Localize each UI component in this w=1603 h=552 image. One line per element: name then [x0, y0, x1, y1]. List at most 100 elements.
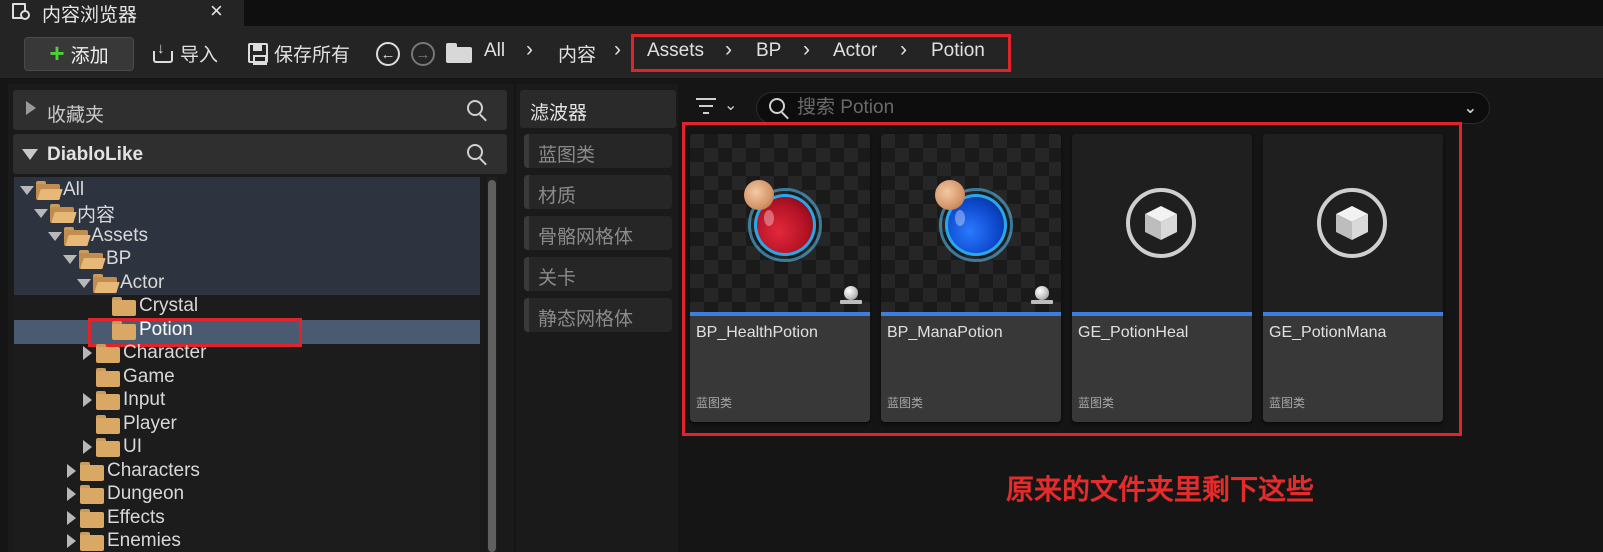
tree-item-assets[interactable]: Assets	[48, 225, 148, 247]
expand-arrow-icon[interactable]	[80, 436, 94, 458]
tree-scrollbar[interactable]	[487, 177, 497, 552]
toolbar: + 添加 ↓ 导入 保存所有 ← → All › 内容 › Assets › B…	[0, 26, 1603, 78]
folder-icon	[96, 367, 120, 387]
filter-skeletal-mesh[interactable]: 骨骼网格体	[524, 216, 672, 250]
filter-material[interactable]: 材质	[524, 175, 672, 209]
expand-arrow-icon[interactable]	[80, 342, 94, 364]
project-label: DiabloLike	[47, 144, 144, 165]
tree-item-label: UI	[123, 436, 142, 457]
tab-title: 内容浏览器	[42, 4, 138, 26]
tree-item-label: BP	[106, 248, 132, 269]
breadcrumb-separator[interactable]: ›	[526, 38, 533, 62]
tree-item-content[interactable]: 内容	[34, 202, 116, 226]
folder-icon[interactable]	[446, 43, 472, 63]
tree-item-crystal[interactable]: Crystal	[112, 295, 198, 317]
expand-arrow-icon[interactable]	[63, 248, 77, 270]
filter-panel-title: 滤波器	[520, 90, 676, 128]
tree-item-label: Dungeon	[107, 483, 185, 504]
breadcrumb-highlight-box	[631, 34, 1011, 72]
back-arrow-icon[interactable]: ←	[376, 42, 400, 66]
tree-item-label: Actor	[120, 272, 165, 293]
tree-item-label: Characters	[107, 460, 200, 481]
tree-item-label: 内容	[77, 204, 116, 226]
expand-arrow-icon[interactable]	[20, 179, 34, 201]
favorites-label: 收藏夹	[47, 105, 105, 126]
chevron-down-icon: ⌄	[724, 97, 738, 114]
sources-panel: 收藏夹 DiabloLike All 内容 Assets BP Actor Cr…	[8, 84, 514, 552]
forward-arrow-icon[interactable]: →	[411, 42, 435, 66]
filter-static-mesh[interactable]: 静态网格体	[524, 298, 672, 332]
import-button-label: 导入	[180, 44, 219, 66]
tree-item-effects[interactable]: Effects	[64, 507, 165, 529]
tree-item-label: Effects	[107, 507, 165, 528]
add-button-label: 添加	[70, 45, 109, 67]
expand-arrow-icon[interactable]	[80, 389, 94, 411]
scrollbar-thumb[interactable]	[488, 180, 496, 552]
asset-search-input[interactable]	[797, 95, 1437, 121]
folder-icon	[112, 296, 136, 316]
expand-arrow-icon[interactable]	[64, 460, 78, 482]
tree-item-label: Character	[123, 342, 207, 363]
tree-item-all[interactable]: All	[20, 179, 84, 201]
folder-open-icon	[64, 226, 91, 246]
folder-icon	[96, 390, 120, 410]
tree-item-player[interactable]: Player	[96, 413, 177, 435]
breadcrumb-item-content[interactable]: 内容	[558, 40, 596, 67]
filter-panel: 滤波器 蓝图类 材质 骨骼网格体 关卡 静态网格体	[516, 84, 678, 552]
save-all-button-label: 保存所有	[274, 44, 351, 66]
folder-icon	[96, 343, 120, 363]
tree-item-label: Input	[123, 389, 166, 410]
close-icon[interactable]: ×	[210, 0, 223, 24]
import-icon: ↓	[152, 40, 174, 63]
content-browser-icon	[10, 3, 32, 23]
folder-icon	[96, 414, 120, 434]
folder-icon	[80, 461, 104, 481]
tree-item-ui[interactable]: UI	[80, 436, 142, 458]
tree-item-label: Crystal	[139, 295, 199, 316]
tree-item-label: Player	[123, 413, 177, 434]
filter-dropdown-button[interactable]: ⌄	[696, 96, 740, 120]
favorites-search-icon[interactable]	[467, 100, 489, 122]
tree-item-enemies[interactable]: Enemies	[64, 530, 181, 552]
tree-item-bp[interactable]: BP	[63, 248, 131, 270]
plus-icon: +	[49, 37, 65, 68]
save-icon	[248, 43, 268, 65]
expand-arrow-icon[interactable]	[48, 225, 62, 247]
tree-item-label: Assets	[91, 225, 149, 246]
expand-arrow-icon[interactable]	[34, 202, 48, 224]
tree-item-characters[interactable]: Characters	[64, 460, 200, 482]
expand-arrow-icon[interactable]	[64, 483, 78, 505]
tree-item-character[interactable]: Character	[80, 342, 206, 364]
chevron-down-icon[interactable]: ⌄	[1464, 98, 1477, 118]
project-search-icon[interactable]	[467, 144, 489, 166]
tree-item-dungeon[interactable]: Dungeon	[64, 483, 184, 505]
tree-item-game[interactable]: Game	[96, 366, 175, 388]
import-button[interactable]: ↓ 导入	[152, 39, 218, 67]
folder-open-icon	[79, 249, 106, 269]
expand-arrow-icon[interactable]	[77, 272, 91, 294]
tree-item-label: Enemies	[107, 530, 181, 551]
expand-arrow-icon[interactable]	[64, 507, 78, 529]
tab-strip: 内容浏览器 ×	[0, 0, 1603, 26]
folder-open-icon	[36, 180, 63, 200]
filter-blueprint-class[interactable]: 蓝图类	[524, 134, 672, 168]
assets-highlight-box	[682, 122, 1462, 436]
tab-content-browser[interactable]: 内容浏览器 ×	[0, 0, 244, 26]
breadcrumb-separator[interactable]: ›	[614, 38, 621, 62]
tree-item-label: Game	[123, 366, 175, 387]
folder-open-icon	[50, 203, 77, 223]
expand-arrow-icon	[26, 101, 36, 115]
favorites-header[interactable]: 收藏夹	[13, 90, 507, 130]
expand-arrow-icon[interactable]	[64, 530, 78, 552]
add-button[interactable]: + 添加	[24, 37, 134, 71]
folder-icon	[80, 531, 104, 551]
filter-level[interactable]: 关卡	[524, 257, 672, 291]
project-header[interactable]: DiabloLike	[13, 134, 507, 174]
tree-item-actor[interactable]: Actor	[77, 272, 164, 294]
breadcrumb-item-all[interactable]: All	[484, 40, 505, 62]
save-all-button[interactable]: 保存所有	[248, 39, 350, 67]
folder-icon	[80, 484, 104, 504]
tree-item-input[interactable]: Input	[80, 389, 165, 411]
asset-search-bar[interactable]: ⌄	[756, 92, 1490, 124]
folder-icon	[96, 437, 120, 457]
